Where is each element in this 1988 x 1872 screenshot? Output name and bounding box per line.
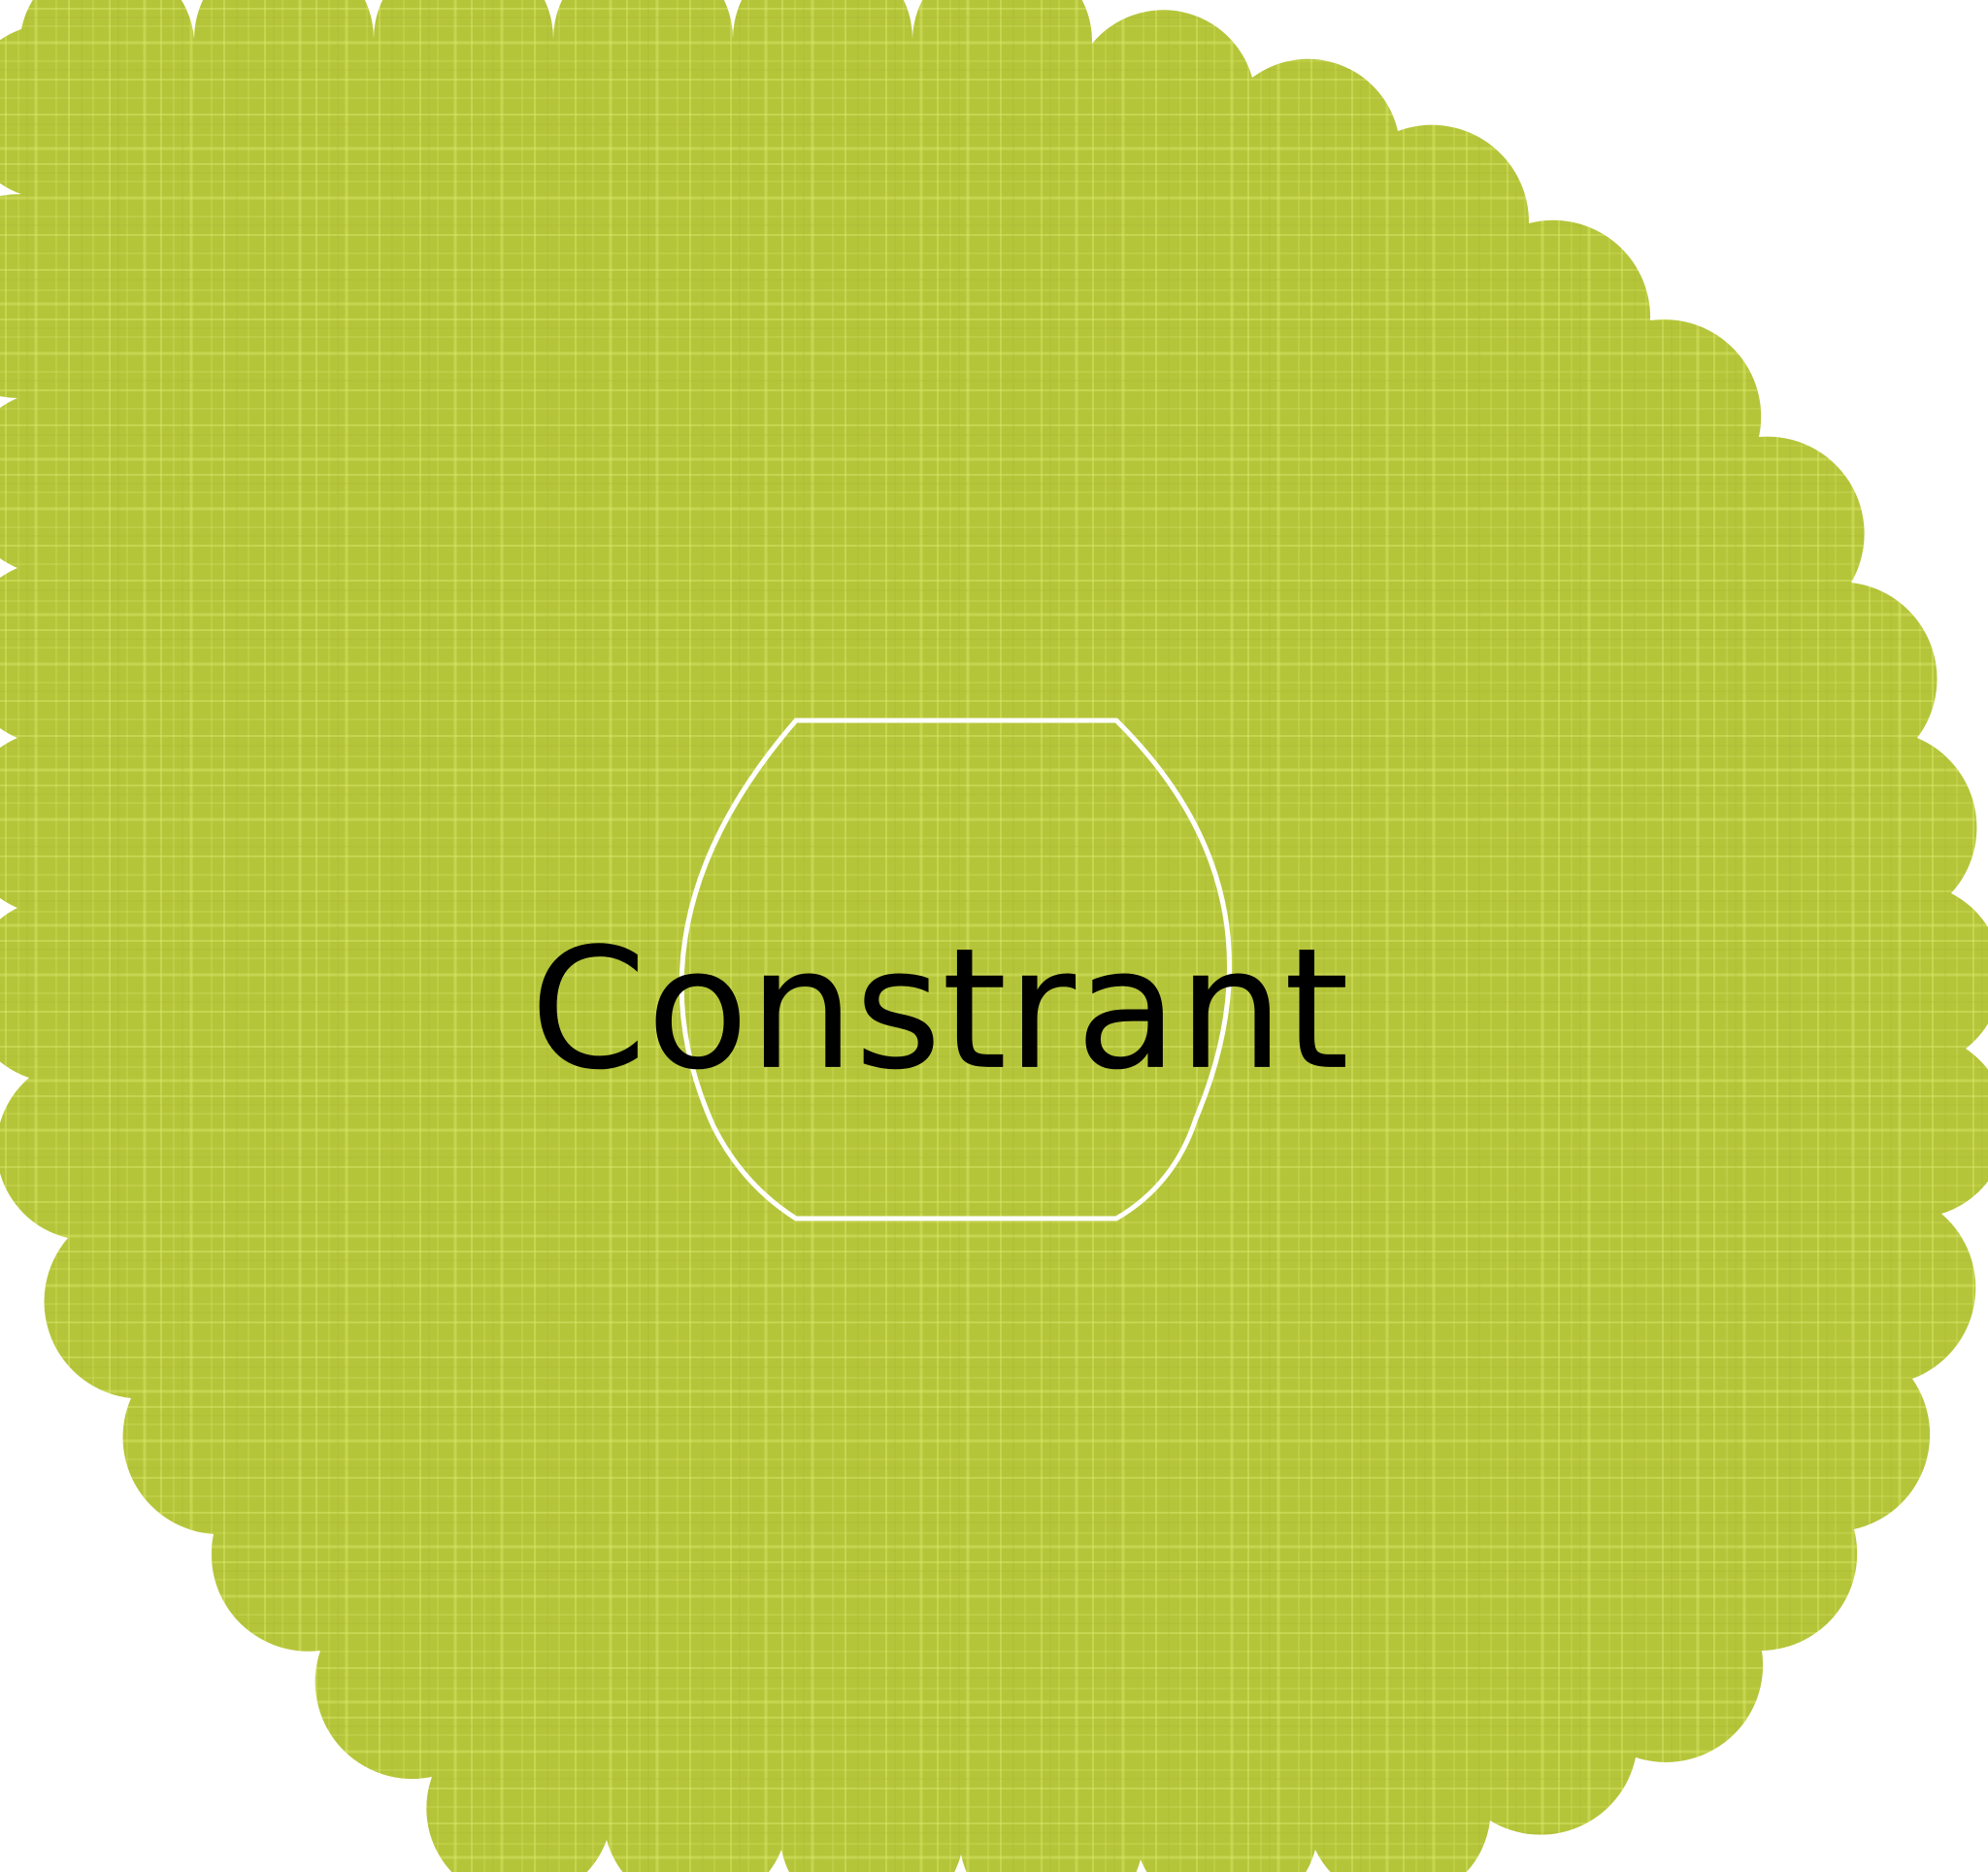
center-label: Constrant [530,912,1349,1107]
diagram-canvas: Constrant [0,0,1988,1872]
